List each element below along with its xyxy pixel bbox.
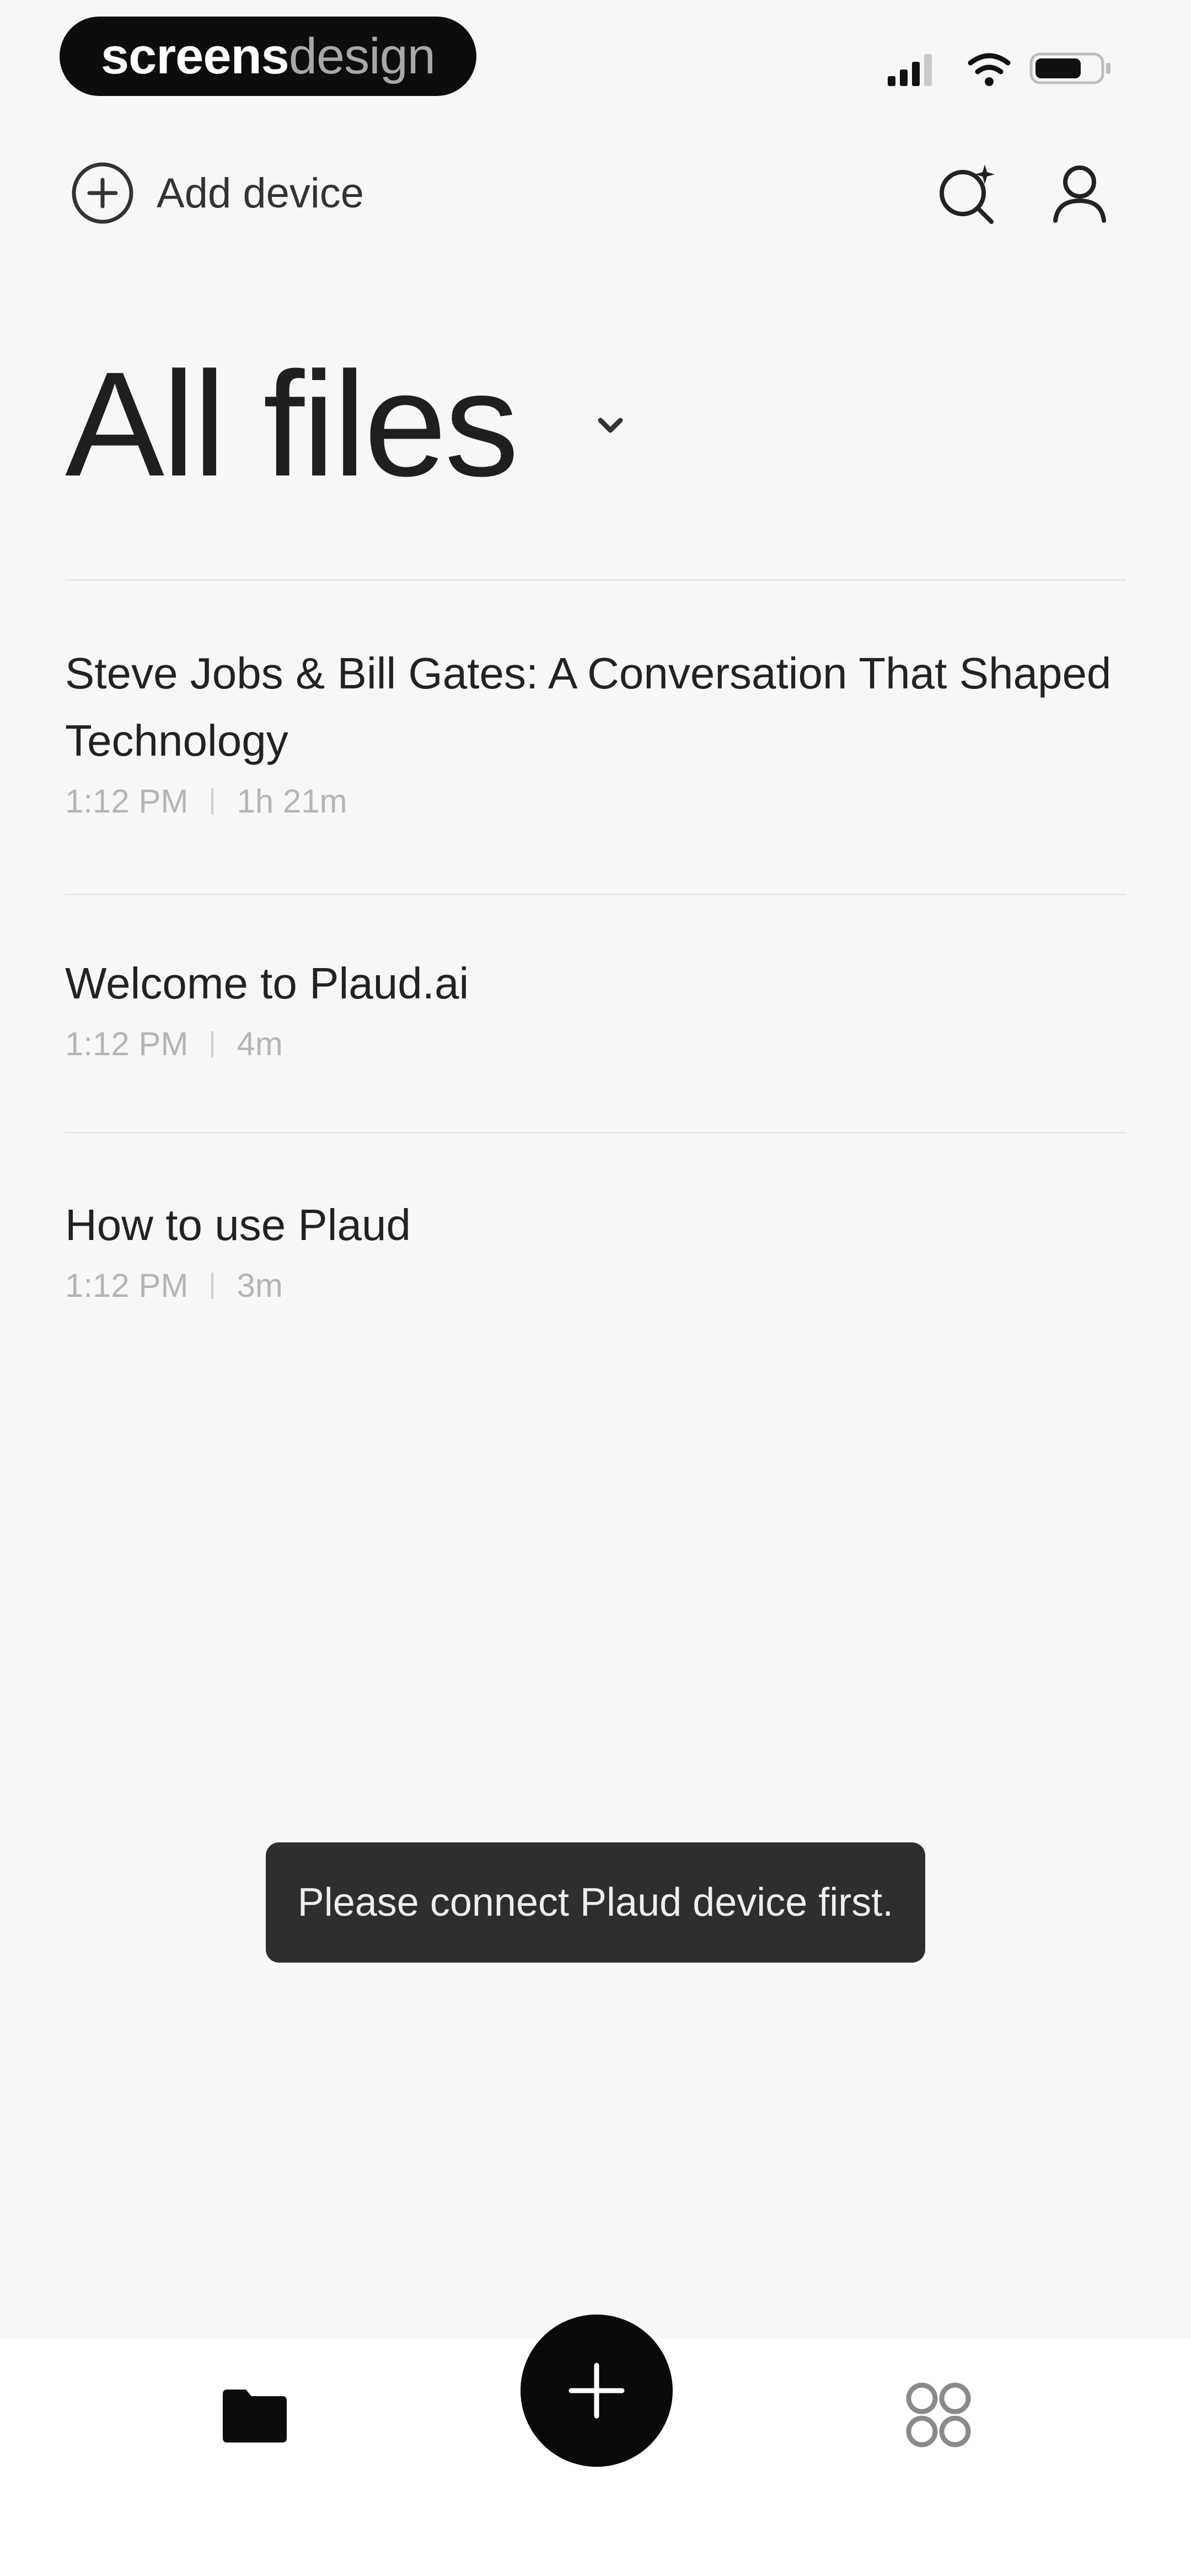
divider <box>65 579 1126 581</box>
plus-circle-icon <box>72 162 133 224</box>
file-title: Welcome to Plaud.ai <box>65 959 469 1008</box>
toast-notification: Please connect Plaud device first. <box>266 1842 925 1963</box>
file-meta: 1:12 PM 3m <box>65 1266 1126 1305</box>
file-meta: 1:12 PM 4m <box>65 1025 1126 1063</box>
brand-logo: screens design <box>60 17 476 96</box>
app-screen: screens design Add device All files Stev… <box>0 0 1191 2576</box>
top-bar: Add device <box>0 149 1191 237</box>
user-icon[interactable] <box>1047 160 1113 226</box>
file-duration: 3m <box>237 1267 283 1304</box>
new-recording-button[interactable] <box>521 2315 673 2467</box>
meta-separator <box>211 788 214 815</box>
toast-message: Please connect Plaud device first. <box>297 1880 894 1925</box>
status-icons <box>888 52 1110 86</box>
meta-separator <box>211 1272 214 1299</box>
apps-grid-icon[interactable] <box>901 2377 976 2452</box>
file-meta: 1:12 PM 1h 21m <box>65 782 1126 820</box>
file-title: Steve Jobs & Bill Gates: A Conversation … <box>65 649 1112 765</box>
divider <box>65 894 1126 895</box>
file-title: How to use Plaud <box>65 1200 411 1249</box>
file-duration: 4m <box>237 1025 283 1062</box>
add-device-button[interactable]: Add device <box>69 160 364 226</box>
wifi-icon <box>968 53 1011 86</box>
file-time: 1:12 PM <box>65 1025 189 1062</box>
chevron-down-icon[interactable] <box>588 403 632 447</box>
cellular-signal-icon <box>888 54 932 86</box>
file-time: 1:12 PM <box>65 783 189 820</box>
brand-logo-bold: screens <box>101 28 289 84</box>
divider <box>65 1132 1126 1134</box>
brand-logo-light: design <box>288 28 436 84</box>
search-sparkle-icon[interactable] <box>934 160 1000 226</box>
status-bar: screens design <box>0 0 1191 110</box>
file-list-item[interactable]: Welcome to Plaud.ai 1:12 PM 4m <box>65 950 1126 1063</box>
add-device-label: Add device <box>157 169 364 217</box>
file-list-item[interactable]: How to use Plaud 1:12 PM 3m <box>65 1191 1126 1305</box>
page-title: All files <box>65 341 519 507</box>
file-list-item[interactable]: Steve Jobs & Bill Gates: A Conversation … <box>65 640 1126 820</box>
battery-icon <box>1029 52 1110 84</box>
page-title-row[interactable]: All files <box>65 342 632 507</box>
meta-separator <box>211 1030 214 1057</box>
plus-icon <box>568 2363 625 2419</box>
file-duration: 1h 21m <box>237 783 347 820</box>
file-time: 1:12 PM <box>65 1267 189 1304</box>
folder-icon[interactable] <box>217 2377 292 2452</box>
